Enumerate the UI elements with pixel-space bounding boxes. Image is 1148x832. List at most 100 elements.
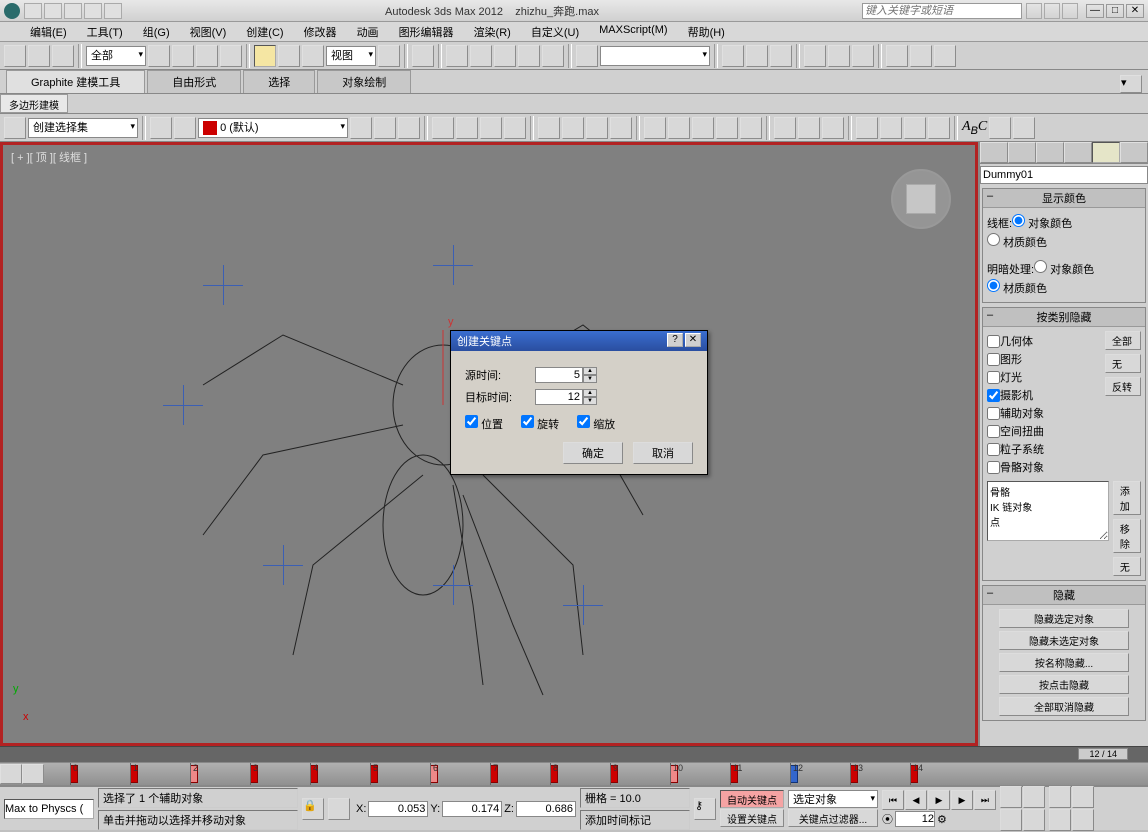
nav-walk-icon[interactable] bbox=[1049, 809, 1071, 831]
time-slider-bar[interactable]: 12 / 14 bbox=[0, 746, 1148, 762]
schematic-view-icon[interactable] bbox=[828, 45, 850, 67]
rollout-header[interactable]: 隐藏 bbox=[983, 586, 1145, 605]
shade-mat-radio[interactable] bbox=[987, 279, 1000, 292]
tab-display-icon[interactable] bbox=[1092, 142, 1120, 163]
menu-tools[interactable]: 工具(T) bbox=[77, 22, 133, 41]
qat-redo-icon[interactable] bbox=[104, 3, 122, 19]
unhide-all-button[interactable]: 全部取消隐藏 bbox=[999, 697, 1129, 716]
close-button[interactable]: ✕ bbox=[1126, 4, 1144, 18]
extras-6-icon[interactable] bbox=[562, 117, 584, 139]
play-icon[interactable]: ▶ bbox=[928, 790, 950, 810]
extras-3-icon[interactable] bbox=[480, 117, 502, 139]
menu-maxscript[interactable]: MAXScript(M) bbox=[589, 22, 677, 41]
extras-2-icon[interactable] bbox=[456, 117, 478, 139]
qat-new-icon[interactable] bbox=[24, 3, 42, 19]
selection-lock-icon[interactable]: 🔒 bbox=[302, 798, 324, 820]
material-editor-icon[interactable] bbox=[852, 45, 874, 67]
set-key-icon[interactable]: ⚷ bbox=[694, 798, 716, 820]
teapot5-icon[interactable] bbox=[880, 117, 902, 139]
layer-props-icon[interactable] bbox=[374, 117, 396, 139]
tab-motion-icon[interactable] bbox=[1064, 142, 1092, 163]
rotation-check[interactable] bbox=[521, 415, 534, 428]
help-search-input[interactable] bbox=[862, 3, 1022, 19]
cat-shapes-check[interactable] bbox=[987, 353, 1000, 366]
angle-snap-icon[interactable] bbox=[494, 45, 516, 67]
menu-create[interactable]: 创建(C) bbox=[236, 22, 293, 41]
source-time-spinner[interactable]: ▲▼ bbox=[535, 367, 599, 383]
cat-spacewarps-check[interactable] bbox=[987, 425, 1000, 438]
viewcube[interactable] bbox=[891, 169, 951, 229]
time-slider-label[interactable]: 12 / 14 bbox=[1078, 748, 1128, 760]
auto-key-button[interactable]: 自动关键点 bbox=[720, 790, 784, 808]
render-preset4-icon[interactable] bbox=[716, 117, 738, 139]
key-filter-selection-dropdown[interactable]: 选定对象 bbox=[788, 790, 878, 808]
nav-fov-icon[interactable] bbox=[1049, 786, 1071, 808]
abc-1-icon[interactable] bbox=[989, 117, 1011, 139]
teapot4-icon[interactable] bbox=[856, 117, 878, 139]
goto-end-icon[interactable]: ⏭ bbox=[974, 790, 996, 810]
trackbar-filter-icon[interactable] bbox=[22, 764, 44, 784]
remove-button[interactable]: 移除 bbox=[1113, 519, 1141, 553]
cat-lights-check[interactable] bbox=[987, 371, 1000, 384]
menu-views[interactable]: 视图(V) bbox=[180, 22, 237, 41]
wire-obj-radio[interactable] bbox=[1012, 214, 1025, 227]
tab-modify-icon[interactable] bbox=[1008, 142, 1036, 163]
z-input[interactable] bbox=[516, 801, 576, 817]
tab-utilities-icon[interactable] bbox=[1120, 142, 1148, 163]
extras-7-icon[interactable] bbox=[586, 117, 608, 139]
add-button[interactable]: 添加 bbox=[1113, 481, 1141, 515]
none2-button[interactable]: 无 bbox=[1113, 557, 1141, 576]
menu-animation[interactable]: 动画 bbox=[347, 22, 389, 41]
x-input[interactable] bbox=[368, 801, 428, 817]
key-mode-icon[interactable]: ⦿ bbox=[882, 811, 893, 827]
cat-particles-check[interactable] bbox=[987, 443, 1000, 456]
object-name-field[interactable] bbox=[980, 166, 1148, 184]
maxscript-mini-listener[interactable] bbox=[4, 799, 94, 819]
rollout-header[interactable]: 显示颜色 bbox=[983, 189, 1145, 208]
nav-maximize-icon[interactable] bbox=[1072, 809, 1094, 831]
menu-edit[interactable]: 编辑(E) bbox=[20, 22, 77, 41]
source-time-input[interactable] bbox=[535, 367, 583, 383]
extras-5-icon[interactable] bbox=[538, 117, 560, 139]
tab-create-icon[interactable] bbox=[980, 142, 1008, 163]
hide-selected-button[interactable]: 隐藏选定对象 bbox=[999, 609, 1129, 628]
additional-categories-list[interactable]: 骨骼 IK 链对象 点 bbox=[987, 481, 1109, 541]
subscription-icon[interactable] bbox=[1044, 3, 1060, 19]
next-frame-icon[interactable]: ▶ bbox=[951, 790, 973, 810]
menu-rendering[interactable]: 渲染(R) bbox=[464, 22, 521, 41]
extras-4-icon[interactable] bbox=[504, 117, 526, 139]
teapot1-icon[interactable] bbox=[774, 117, 796, 139]
teapot7-icon[interactable] bbox=[928, 117, 950, 139]
tab-objectpaint[interactable]: 对象绘制 bbox=[317, 70, 411, 93]
select-by-name-icon[interactable] bbox=[172, 45, 194, 67]
dest-time-input[interactable] bbox=[535, 389, 583, 405]
goto-start-icon[interactable]: ⏮ bbox=[882, 790, 904, 810]
layer-add-icon[interactable] bbox=[174, 117, 196, 139]
current-frame-input[interactable] bbox=[895, 811, 935, 827]
dest-time-spinner[interactable]: ▲▼ bbox=[535, 389, 599, 405]
wire-mat-radio[interactable] bbox=[987, 233, 1000, 246]
nav-zoom-icon[interactable] bbox=[1000, 786, 1022, 808]
nav-pan-icon[interactable] bbox=[1000, 809, 1022, 831]
rollout-header[interactable]: 按类别隐藏 bbox=[983, 308, 1145, 327]
extras-1-icon[interactable] bbox=[432, 117, 454, 139]
extras-8-icon[interactable] bbox=[610, 117, 632, 139]
render-preset2-icon[interactable] bbox=[668, 117, 690, 139]
layer-new-icon[interactable] bbox=[150, 117, 172, 139]
cat-cameras-check[interactable] bbox=[987, 389, 1000, 402]
create-sel-set-dropdown[interactable]: 创建选择集 bbox=[28, 118, 138, 138]
pivot-center-icon[interactable] bbox=[378, 45, 400, 67]
layer-select-icon[interactable] bbox=[350, 117, 372, 139]
tab-hierarchy-icon[interactable] bbox=[1036, 142, 1064, 163]
align-icon[interactable] bbox=[746, 45, 768, 67]
cat-helpers-check[interactable] bbox=[987, 407, 1000, 420]
edit-named-sel-icon[interactable] bbox=[576, 45, 598, 67]
absolute-transform-icon[interactable] bbox=[328, 798, 350, 820]
favorites-icon[interactable] bbox=[1062, 3, 1078, 19]
viewport-label[interactable]: [ + ][ 顶 ][ 线框 ] bbox=[11, 149, 87, 165]
named-sel-sets-dropdown[interactable] bbox=[600, 46, 710, 66]
teapot6-icon[interactable] bbox=[904, 117, 926, 139]
cat-bones-check[interactable] bbox=[987, 461, 1000, 474]
prev-frame-icon[interactable]: ◀ bbox=[905, 790, 927, 810]
dialog-titlebar[interactable]: 创建关键点 ? ✕ bbox=[451, 331, 707, 351]
